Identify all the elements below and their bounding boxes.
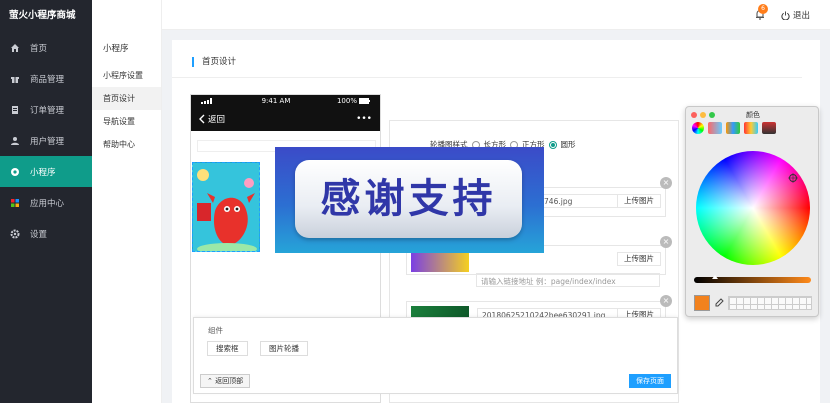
color-wheel-tab-icon[interactable] [692, 122, 704, 134]
phone-back-label: 返回 [208, 114, 226, 125]
color-wheel[interactable] [696, 151, 810, 265]
color-picker-window: 颜色 [685, 106, 819, 317]
image-palettes-tab-icon[interactable] [744, 122, 758, 134]
back-to-top-label: 返回顶部 [215, 377, 244, 385]
nav-item-home[interactable]: 首页 [0, 32, 92, 63]
selected-color-swatch[interactable] [694, 295, 710, 311]
home-icon [10, 43, 20, 53]
sub-menu: 小程序 小程序设置 首页设计 导航设置 帮助中心 [92, 0, 162, 403]
gift-icon [10, 74, 20, 84]
phone-back-button[interactable]: 返回 [199, 113, 225, 125]
nav-item-miniapp[interactable]: 小程序 [0, 156, 92, 187]
saved-colors-grid[interactable] [728, 296, 812, 310]
delete-row-icon[interactable]: × [660, 177, 672, 189]
page-title: 首页设计 [192, 57, 236, 67]
delete-row-icon[interactable]: × [660, 295, 672, 307]
sub-item-nav-settings[interactable]: 导航设置 [92, 110, 161, 133]
top-bar: 6 退出 [92, 0, 830, 30]
color-mode-tabs [692, 120, 812, 136]
back-to-top-button[interactable]: ⌃ 返回顶部 [200, 374, 251, 388]
nav-item-label: 小程序 [30, 167, 56, 178]
sub-item-help-center[interactable]: 帮助中心 [92, 133, 161, 156]
nav-item-label: 用户管理 [30, 136, 65, 147]
upload-image-button[interactable]: 上传图片 [617, 194, 661, 208]
signal-icon [201, 97, 215, 104]
pencils-tab-icon[interactable] [762, 122, 776, 134]
phone-status-bar: 9:41 AM 100% [191, 95, 380, 106]
slider-handle[interactable] [712, 275, 718, 279]
divider [172, 77, 802, 78]
phone-time: 9:41 AM [261, 96, 291, 105]
radio-circle[interactable] [548, 140, 557, 149]
sub-menu-title: 小程序 [103, 44, 129, 54]
logout-label: 退出 [792, 11, 810, 21]
notification-badge: 6 [758, 4, 768, 14]
image-thumbnail [411, 250, 469, 272]
nav-item-label: 订单管理 [30, 105, 65, 116]
phone-nav-bar: 返回 ••• [191, 106, 380, 131]
apps-icon [10, 198, 20, 208]
logout-button[interactable]: 退出 [781, 9, 810, 21]
phone-battery-text: 100% [336, 96, 357, 105]
gear-icon [10, 229, 20, 239]
power-icon [781, 10, 790, 20]
upload-image-button[interactable]: 上传图片 [617, 252, 661, 266]
add-banner-component-button[interactable]: 图片轮播 [260, 341, 308, 356]
save-page-button[interactable]: 保存页面 [629, 374, 671, 388]
nav-item-orders[interactable]: 订单管理 [0, 94, 92, 125]
thanks-overlay: 感谢支持 [275, 147, 544, 253]
sub-item-home-design[interactable]: 首页设计 [92, 87, 161, 110]
chevron-left-icon [199, 114, 205, 124]
chevron-up-icon: ⌃ [207, 377, 213, 385]
nav-item-users[interactable]: 用户管理 [0, 125, 92, 156]
brand-title: 萤火小程序商城 [9, 10, 76, 21]
brightness-slider[interactable] [694, 275, 811, 283]
component-label: 组件 [208, 326, 223, 335]
component-panel: 组件 搜索框 图片轮播 ⌃ 返回顶部 保存页面 [193, 317, 678, 394]
color-sliders-tab-icon[interactable] [708, 122, 722, 134]
nav-item-label: 首页 [30, 43, 48, 54]
thanks-text: 感谢支持 [320, 176, 497, 222]
nav-item-goods[interactable]: 商品管理 [0, 63, 92, 94]
link-input[interactable]: 请输入链接地址 例：page/index/index [476, 273, 660, 287]
left-nav: 萤火小程序商城 首页 商品管理 订单管理 用户管理 小程序 应用中心 设置 [0, 0, 92, 403]
nav-item-settings[interactable]: 设置 [0, 218, 92, 249]
battery-icon [358, 97, 370, 104]
delete-row-icon[interactable]: × [660, 236, 672, 248]
user-icon [10, 136, 20, 146]
nav-item-label: 商品管理 [30, 74, 65, 85]
more-icon[interactable]: ••• [356, 114, 372, 124]
order-icon [10, 105, 20, 115]
color-palettes-tab-icon[interactable] [726, 122, 740, 134]
color-window-title: 颜色 [746, 111, 760, 119]
add-search-component-button[interactable]: 搜索框 [207, 341, 248, 356]
nav-item-label: 应用中心 [30, 198, 65, 209]
radio-label: 圆形 [560, 140, 576, 149]
sub-item-miniapp-settings[interactable]: 小程序设置 [92, 64, 161, 87]
eyedropper-icon[interactable] [714, 298, 724, 311]
phone-banner-image[interactable] [192, 162, 260, 252]
nav-item-label: 设置 [30, 229, 48, 240]
miniapp-icon [10, 167, 20, 177]
nav-item-apps[interactable]: 应用中心 [0, 187, 92, 218]
thanks-pill: 感谢支持 [295, 160, 522, 238]
